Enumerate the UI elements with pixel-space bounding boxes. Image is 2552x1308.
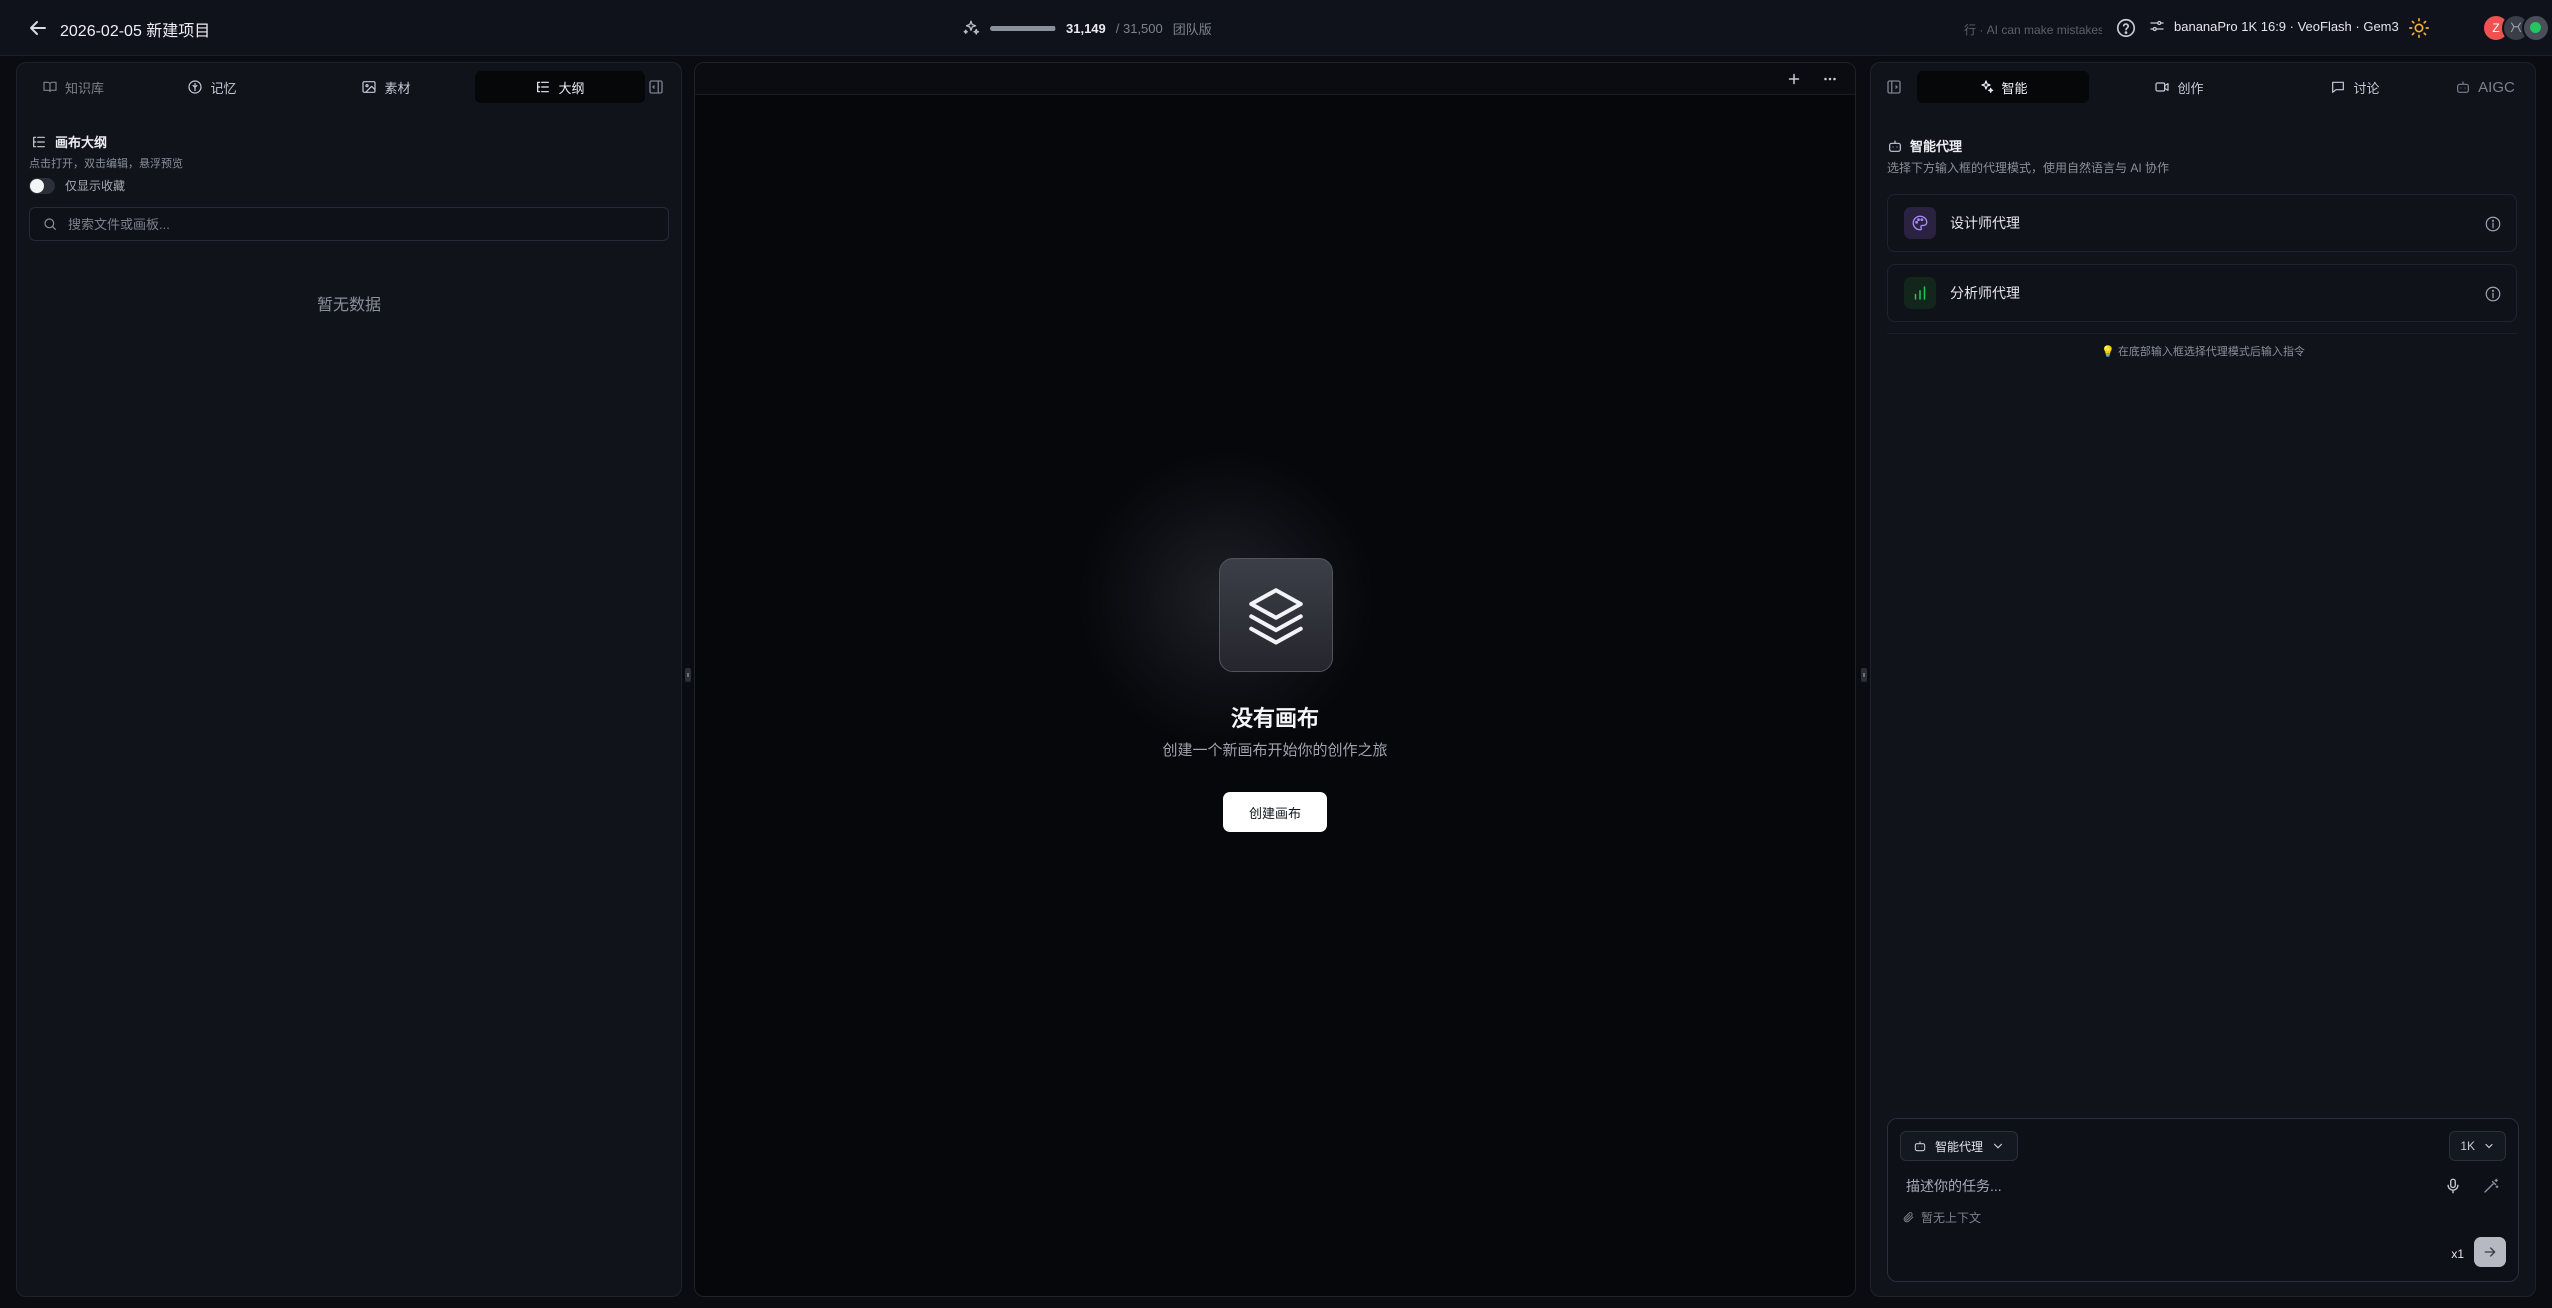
create-canvas-button[interactable]: 创建画布 [1223,792,1327,832]
info-icon[interactable] [2484,285,2502,303]
agent-name: 设计师代理 [1950,215,2020,231]
empty-state-text: 暂无数据 [316,297,381,314]
collapse-right-panel-icon[interactable] [1885,78,1903,96]
agent-mode-dropdown[interactable]: 智能代理 [1900,1131,2019,1161]
outline-icon [535,79,551,95]
send-button[interactable] [2474,1237,2506,1267]
canvas-toolbar [695,63,1855,95]
tab-smart[interactable]: 智能 [1917,71,2089,103]
magic-wand-icon[interactable] [2482,1177,2500,1195]
paperclip-icon [1902,1211,1915,1224]
credits-used: 31,149 [1066,20,1106,36]
left-resize-handle[interactable] [685,668,691,682]
info-icon[interactable] [2484,215,2502,233]
chat-icon [2330,79,2346,95]
left-tabs: 知识库 记忆 素材 大纲 [23,71,645,103]
sliders-icon [2148,17,2166,35]
top-bar: 2026-02-05 新建项目 31,149 / 31,500 团队版 行 · … [0,0,2552,56]
right-panel: 智能 创作 讨论 AIGC 智能代理 选择下方输入框的代理模式，使用自然语言与 … [1870,62,2536,1297]
model-summary: bananaPro 1K 16:9 · VeoFlash · Gem3 [2174,18,2399,34]
arrow-left-icon[interactable] [26,16,50,40]
credits-progress-bar [990,25,1056,31]
chevron-down-icon [1991,1139,2005,1153]
agent-tip: 💡 在底部输入框选择代理模式后输入指令 [2101,346,2305,358]
empty-canvas-subtitle: 创建一个新画布开始你的创作之旅 [1162,742,1388,759]
collapse-left-panel-icon[interactable] [647,78,665,96]
brain-icon [187,79,203,95]
outline-heading: 画布大纲 [31,132,107,151]
video-icon [2154,79,2170,95]
agent-card-analyst[interactable]: 分析师代理 [1887,264,2517,322]
search-icon [42,216,58,232]
plus-icon[interactable] [1785,70,1803,88]
tab-memory[interactable]: 记忆 [127,71,297,103]
favorites-label: 仅显示收藏 [65,179,126,193]
context-attach[interactable]: 暂无上下文 [1902,1209,1981,1226]
outline-hint: 点击打开，双击编辑，悬浮预览 [29,158,183,170]
agent-heading: 智能代理 [1887,136,1962,155]
task-input[interactable] [1906,1175,2406,1197]
robot-icon [1887,138,1903,154]
agent-description: 选择下方输入框的代理模式，使用自然语言与 AI 协作 [1887,161,2170,175]
tab-knowledge[interactable]: 知识库 [23,71,123,103]
layers-icon [1249,588,1303,645]
favorites-filter: 仅显示收藏 [29,177,125,194]
credits-meter[interactable]: 31,149 / 31,500 团队版 [962,16,1212,40]
online-status-dot [2530,22,2541,33]
credits-progress-fill [990,25,1056,31]
tab-aigc[interactable]: AIGC [2445,71,2525,103]
favorites-toggle[interactable] [29,177,55,194]
generation-count-button[interactable]: x1 [2451,1247,2464,1261]
model-settings-button[interactable]: bananaPro 1K 16:9 · VeoFlash · Gem3 [2148,17,2399,35]
chevron-down-icon [2483,1140,2495,1152]
resolution-dropdown[interactable]: 1K [2449,1131,2506,1161]
canvas-area: 没有画布 创建一个新画布开始你的创作之旅 创建画布 [694,62,1856,1297]
divider [1887,333,2517,334]
right-tabs: 智能 创作 讨论 AIGC [1917,71,2525,103]
left-panel: 知识库 记忆 素材 大纲 画布大纲 点击打开，双击编辑，悬浮预览 仅显示收藏 暂… [16,62,682,1297]
credits-total: / 31,500 [1115,20,1163,36]
plan-label: 团队版 [1172,21,1212,37]
agent-name: 分析师代理 [1950,285,2020,301]
arrow-right-icon [2482,1244,2498,1260]
ai-disclaimer-text: 行 · AI can make mistakes [1964,23,2102,37]
layers-icon-box [1219,558,1333,672]
book-icon [42,79,58,95]
tab-discuss[interactable]: 讨论 [2269,71,2441,103]
image-icon [361,79,377,95]
tab-create[interactable]: 创作 [2093,71,2265,103]
agent-card-designer[interactable]: 设计师代理 [1887,194,2517,252]
help-icon[interactable] [2115,17,2137,39]
robot-icon [2455,79,2471,95]
outline-icon [31,134,47,150]
tab-assets[interactable]: 素材 [301,71,471,103]
outline-search [29,207,669,241]
sparkles-icon [962,19,980,37]
more-horizontal-icon[interactable] [1821,70,1839,88]
robot-icon [1913,1139,1927,1153]
bar-chart-icon [1904,277,1936,309]
sun-icon[interactable] [2408,17,2430,39]
microphone-icon[interactable] [2444,1177,2462,1195]
palette-icon [1904,207,1936,239]
empty-canvas-title: 没有画布 [1230,706,1319,731]
right-resize-handle[interactable] [1861,668,1867,682]
sparkles-icon [1978,79,1994,95]
search-input[interactable] [68,216,668,232]
project-title[interactable]: 2026-02-05 新建项目 [60,17,210,41]
chat-composer: 智能代理 1K 暂无上下文 x1 [1887,1118,2519,1282]
tab-outline[interactable]: 大纲 [475,71,645,103]
